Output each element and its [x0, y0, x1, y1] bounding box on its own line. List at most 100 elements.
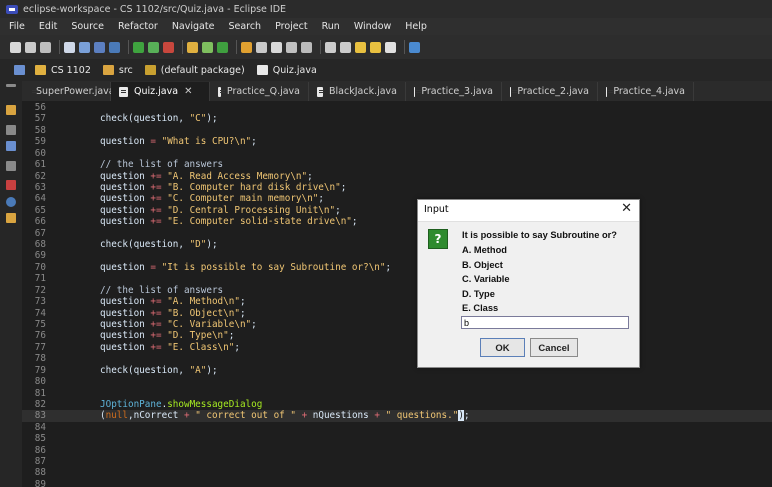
code-line[interactable]: 85: [22, 433, 772, 444]
code-line[interactable]: 84: [22, 422, 772, 433]
menu-help[interactable]: Help: [405, 21, 427, 32]
annotation-icon[interactable]: [286, 41, 297, 53]
line-number: 57: [34, 113, 46, 125]
external-tools-icon[interactable]: [163, 41, 174, 53]
line-number: 66: [34, 216, 46, 228]
whitespace-icon[interactable]: [301, 41, 312, 53]
code-line[interactable]: 59 question = "What is CPU?\n";: [22, 136, 772, 147]
new-class-icon[interactable]: [217, 41, 228, 53]
line-number: 73: [34, 296, 46, 308]
code-line[interactable]: 75 question += "C. Variable\n";: [22, 319, 772, 330]
save-icon[interactable]: [25, 41, 36, 53]
code-line[interactable]: 64 question += "C. Computer main memory\n…: [22, 193, 772, 204]
prev-annotation-icon[interactable]: [340, 41, 351, 53]
code-line[interactable]: 71: [22, 273, 772, 284]
outline-icon[interactable]: [6, 141, 16, 151]
code-line[interactable]: 57 check(question, "C");: [22, 113, 772, 124]
save-all-icon[interactable]: [40, 41, 51, 53]
ok-button[interactable]: OK: [480, 338, 525, 357]
code-line[interactable]: 63 question += "B. Computer hard disk dri…: [22, 182, 772, 193]
code-line[interactable]: 70 question = "It is possible to say Subr…: [22, 262, 772, 273]
code-line[interactable]: 67: [22, 228, 772, 239]
declaration-icon[interactable]: [6, 213, 16, 223]
menu-source[interactable]: Source: [71, 21, 104, 32]
code-line[interactable]: 81: [22, 388, 772, 399]
close-icon[interactable]: ✕: [621, 201, 632, 216]
line-number: 68: [34, 239, 46, 251]
code-line[interactable]: 79 check(question, "A");: [22, 365, 772, 376]
menu-window[interactable]: Window: [354, 21, 391, 32]
code-line[interactable]: 76 question += "D. Type\n";: [22, 330, 772, 341]
code-line[interactable]: 78: [22, 353, 772, 364]
breadcrumb-src[interactable]: src: [102, 65, 133, 76]
code-line[interactable]: 58: [22, 125, 772, 136]
breadcrumb-file[interactable]: Quiz.java: [256, 65, 317, 76]
code-line[interactable]: 68 check(question, "D");: [22, 239, 772, 250]
menu-project[interactable]: Project: [275, 21, 308, 32]
code-line[interactable]: 69: [22, 250, 772, 261]
run-icon[interactable]: [133, 41, 144, 53]
new-java-project-icon[interactable]: [187, 41, 198, 53]
code-line[interactable]: 77 question += "E. Class\n";: [22, 342, 772, 353]
code-line[interactable]: 62 question += "A. Read Access Memory\n";: [22, 171, 772, 182]
hierarchy-icon[interactable]: [6, 125, 16, 135]
code-line[interactable]: 66 question += "E. Computer solid-state d…: [22, 216, 772, 227]
back-icon[interactable]: [370, 41, 381, 53]
tab-practice-3[interactable]: Practice_3.java: [406, 82, 502, 101]
package-explorer-icon[interactable]: [6, 105, 16, 115]
tab-blackjack[interactable]: BlackJack.java: [309, 82, 406, 101]
next-annotation-icon[interactable]: [325, 41, 336, 53]
navigator-icon[interactable]: [6, 161, 16, 171]
code-line[interactable]: 56: [22, 102, 772, 113]
tab-superpower[interactable]: SuperPower.java: [22, 82, 115, 101]
tab-label: Practice_4.java: [613, 86, 685, 97]
new-package-icon[interactable]: [202, 41, 213, 53]
forward-icon[interactable]: [385, 41, 396, 53]
tab-practice-q[interactable]: Practice_Q.java: [210, 82, 309, 101]
menu-navigate[interactable]: Navigate: [172, 21, 215, 32]
terminal-icon[interactable]: [64, 41, 75, 53]
answer-input[interactable]: b: [461, 316, 629, 329]
breadcrumb-package[interactable]: (default package): [144, 65, 245, 76]
tab-practice-4[interactable]: Practice_4.java: [598, 82, 694, 101]
code-line[interactable]: 73 question += "A. Method\n";: [22, 296, 772, 307]
code-line[interactable]: 87: [22, 456, 772, 467]
code-line[interactable]: 82 JOptionPane.showMessageDialog: [22, 399, 772, 410]
breadcrumb-project[interactable]: CS 1102: [35, 65, 91, 76]
cancel-button[interactable]: Cancel: [530, 338, 578, 357]
javadoc-icon[interactable]: [6, 197, 16, 207]
code-line[interactable]: 88: [22, 467, 772, 478]
debug-icon[interactable]: [109, 41, 120, 53]
tab-practice-2[interactable]: Practice_2.java: [502, 82, 598, 101]
debug-skip-icon[interactable]: [79, 41, 90, 53]
code-line[interactable]: 83 (null,nCorrect + " correct out of " + …: [22, 410, 772, 422]
breadcrumb-menu-icon[interactable]: [14, 65, 25, 75]
perspective-icon[interactable]: [409, 41, 420, 53]
code-line[interactable]: 89: [22, 479, 772, 487]
code-line[interactable]: 60: [22, 148, 772, 159]
task-icon[interactable]: [271, 41, 282, 53]
problems-icon[interactable]: [6, 180, 16, 190]
menu-edit[interactable]: Edit: [39, 21, 57, 32]
code-line[interactable]: 80: [22, 376, 772, 387]
code-editor[interactable]: 56 57 check(question, "C"); 58 59 question = …: [22, 101, 772, 487]
code-line[interactable]: 72 // the list of answers: [22, 285, 772, 296]
menu-refactor[interactable]: Refactor: [118, 21, 158, 32]
open-type-icon[interactable]: [241, 41, 252, 53]
code-token: showMessageDialog: [167, 398, 263, 410]
new-icon[interactable]: [10, 41, 21, 53]
menu-file[interactable]: File: [9, 21, 25, 32]
breakpoints-icon[interactable]: [94, 41, 105, 53]
tab-quiz[interactable]: Quiz.java ✕: [111, 82, 210, 101]
search-icon[interactable]: [256, 41, 267, 53]
close-icon[interactable]: ✕: [184, 86, 192, 97]
menu-search[interactable]: Search: [228, 21, 261, 32]
menu-run[interactable]: Run: [322, 21, 340, 32]
last-edit-icon[interactable]: [355, 41, 366, 53]
code-line[interactable]: 74 question += "B. Object\n";: [22, 308, 772, 319]
code-line[interactable]: 65 question += "D. Central Processing Uni…: [22, 205, 772, 216]
restore-icon[interactable]: [6, 84, 16, 87]
code-line[interactable]: 86: [22, 445, 772, 456]
code-line[interactable]: 61 // the list of answers: [22, 159, 772, 170]
coverage-icon[interactable]: [148, 41, 159, 53]
